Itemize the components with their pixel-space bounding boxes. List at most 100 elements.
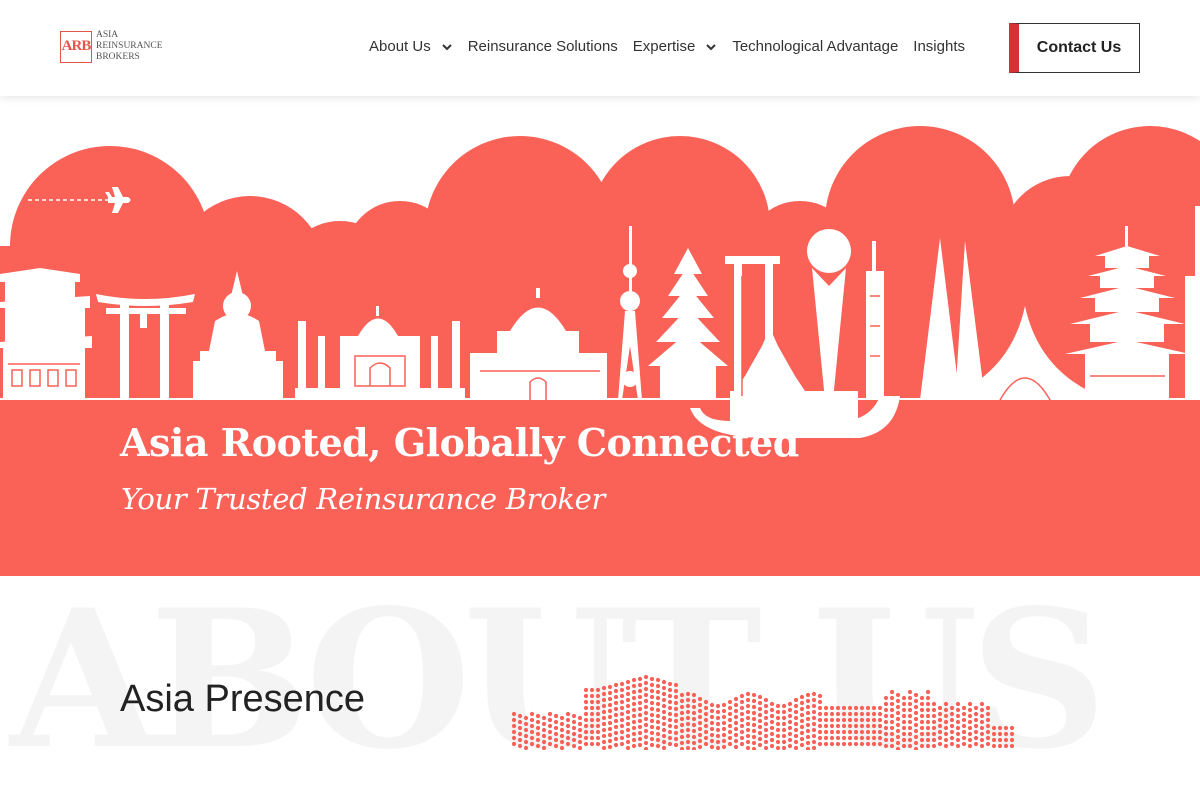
map-dot [769,701,775,707]
logo[interactable]: ARB Asia Reinsurance Brokers [60,30,163,63]
logo-text: Asia Reinsurance Brokers [96,30,163,63]
map-dot [967,719,973,725]
map-dot [733,732,739,738]
map-dot [865,711,871,717]
map-dot [841,717,847,723]
nav-item-insights[interactable]: Insights [913,38,965,55]
map-dot [799,718,805,724]
map-dot [865,741,871,747]
map-dot [907,701,913,707]
map-dot [679,722,685,728]
map-dot [637,712,643,718]
map-dot [829,741,835,747]
map-dot [907,707,913,713]
map-dot [967,737,973,743]
map-dot [667,705,673,711]
map-dot [679,716,685,722]
map-dot [763,745,769,750]
map-dot [751,710,757,716]
map-dot [643,722,649,728]
map-dot [613,700,619,706]
map-dot [685,745,691,750]
map-dot [553,731,559,737]
map-dot [757,736,763,742]
chevron-down-icon[interactable] [705,41,717,53]
map-dot [667,735,673,741]
map-dot [721,708,727,714]
map-dot [853,729,859,735]
map-dot [529,723,535,729]
map-dot [541,733,547,739]
map-dot [589,705,595,711]
map-dot [583,699,589,705]
map-dot [673,694,679,700]
map-dot [775,733,781,739]
map-dot [721,738,727,744]
map-dot [577,721,583,727]
map-dot [889,689,895,695]
nav-item-label: Insights [913,38,965,55]
map-dot [847,711,853,717]
map-dot [811,715,817,721]
map-dot [583,693,589,699]
map-dot [961,723,967,729]
map-dot [871,723,877,729]
nav-item-expertise[interactable]: Expertise [633,38,718,55]
map-dot [853,717,859,723]
contact-us-button[interactable]: Contact Us [1009,23,1140,73]
map-dot [853,741,859,747]
map-dot [583,705,589,711]
map-dot [907,731,913,737]
map-dot [949,741,955,747]
map-dot [847,741,853,747]
map-dot [535,719,541,725]
map-dot [607,714,613,720]
map-dot [913,740,919,746]
map-dot [787,719,793,725]
map-dot [763,697,769,703]
map-dot [919,725,925,731]
map-dot [541,721,547,727]
map-dot [1009,731,1015,737]
nav-item-technological-advantage[interactable]: Technological Advantage [732,38,898,55]
map-dot [547,729,553,735]
map-dot [547,723,553,729]
map-dot [661,745,667,750]
chevron-down-icon[interactable] [441,41,453,53]
map-dot [859,717,865,723]
map-dot [559,733,565,739]
map-dot [649,724,655,730]
map-dot [649,700,655,706]
map-dot [979,737,985,743]
map-dot [925,713,931,719]
map-dot [553,737,559,743]
map-dot [883,719,889,725]
map-dot [817,729,823,735]
map-dot [811,727,817,733]
map-dot [961,735,967,741]
map-dot [715,727,721,733]
map-dot [589,717,595,723]
map-dot [919,743,925,749]
map-dot [889,719,895,725]
map-dot [535,737,541,743]
map-dot [985,717,991,723]
map-dot [541,727,547,733]
map-dot [649,718,655,724]
map-dot [655,677,661,683]
map-dot [577,739,583,745]
map-dot [595,723,601,729]
map-dot [595,711,601,717]
map-dot [859,741,865,747]
map-dot [637,694,643,700]
nav-item-reinsurance-solutions[interactable]: Reinsurance Solutions [468,38,618,55]
map-dot [835,723,841,729]
map-dot [691,698,697,704]
map-dot [943,725,949,731]
map-dot [973,717,979,723]
map-dot [649,676,655,682]
nav-item-about-us[interactable]: About Us [369,38,453,55]
map-dot [757,700,763,706]
map-dot [979,719,985,725]
map-dot [577,733,583,739]
